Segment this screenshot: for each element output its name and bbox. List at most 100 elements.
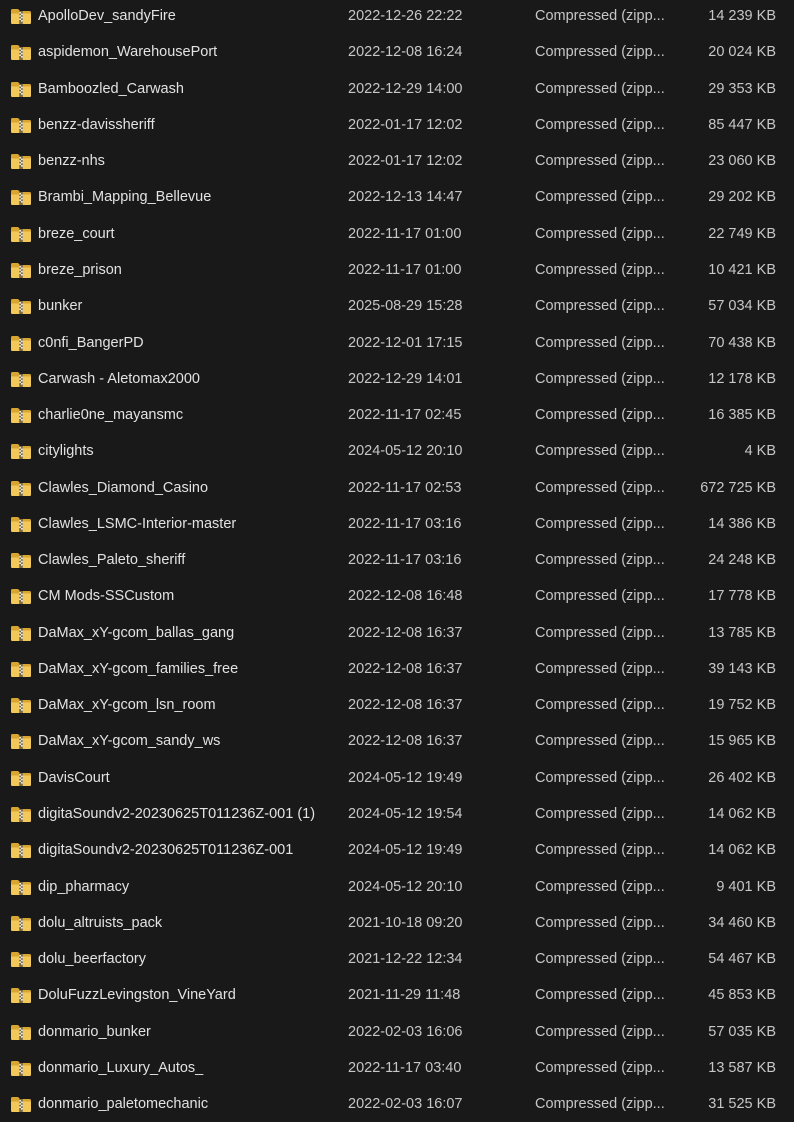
file-type: Compressed (zipp... xyxy=(535,588,665,605)
file-type: Compressed (zipp... xyxy=(535,225,665,242)
file-row[interactable]: donmario_paletomechanic 2022-02-03 16:07… xyxy=(0,1086,794,1122)
zip-folder-icon xyxy=(10,479,32,497)
file-name: Carwash - Aletomax2000 xyxy=(38,370,200,387)
zip-folder-icon xyxy=(10,515,32,533)
file-size: 20 024 KB xyxy=(708,44,776,61)
file-type: Compressed (zipp... xyxy=(535,697,665,714)
file-row[interactable]: dolu_beerfactory 2021-12-22 12:34 Compre… xyxy=(0,941,794,977)
file-name: DaMax_xY-gcom_ballas_gang xyxy=(38,624,235,641)
file-date-modified: 2022-12-08 16:37 xyxy=(348,624,463,641)
file-size: 31 525 KB xyxy=(708,1096,776,1113)
file-row[interactable]: benzz-davissheriff 2022-01-17 12:02 Comp… xyxy=(0,107,794,143)
file-date-modified: 2022-01-17 12:02 xyxy=(348,116,463,133)
file-name: CM Mods-SSCustom xyxy=(38,588,175,605)
zip-folder-icon xyxy=(10,1059,32,1077)
file-type: Compressed (zipp... xyxy=(535,479,665,496)
file-type: Compressed (zipp... xyxy=(535,8,665,25)
file-date-modified: 2022-12-08 16:37 xyxy=(348,697,463,714)
zip-folder-icon xyxy=(10,188,32,206)
file-size: 57 034 KB xyxy=(708,298,776,315)
file-name: aspidemon_WarehousePort xyxy=(38,44,218,61)
file-name: benzz-davissheriff xyxy=(38,116,155,133)
file-row[interactable]: bunker 2025-08-29 15:28 Compressed (zipp… xyxy=(0,288,794,324)
file-size: 14 062 KB xyxy=(708,805,776,822)
file-row[interactable]: Bamboozled_Carwash 2022-12-29 14:00 Comp… xyxy=(0,71,794,107)
file-row[interactable]: Clawles_Paleto_sheriff 2022-11-17 03:16 … xyxy=(0,542,794,578)
file-row[interactable]: DaMax_xY-gcom_lsn_room 2022-12-08 16:37 … xyxy=(0,687,794,723)
file-row[interactable]: CM Mods-SSCustom 2022-12-08 16:48 Compre… xyxy=(0,578,794,614)
file-type: Compressed (zipp... xyxy=(535,1096,665,1113)
zip-folder-icon xyxy=(10,370,32,388)
file-row[interactable]: breze_court 2022-11-17 01:00 Compressed … xyxy=(0,216,794,252)
file-type: Compressed (zipp... xyxy=(535,552,665,569)
file-name: breze_prison xyxy=(38,261,122,278)
zip-folder-icon xyxy=(10,769,32,787)
file-row[interactable]: breze_prison 2022-11-17 01:00 Compressed… xyxy=(0,252,794,288)
file-row[interactable]: Brambi_Mapping_Bellevue 2022-12-13 14:47… xyxy=(0,179,794,215)
file-row[interactable]: dolu_altruists_pack 2021-10-18 09:20 Com… xyxy=(0,905,794,941)
file-type: Compressed (zipp... xyxy=(535,733,665,750)
file-row[interactable]: DaMax_xY-gcom_sandy_ws 2022-12-08 16:37 … xyxy=(0,723,794,759)
zip-folder-icon xyxy=(10,696,32,714)
file-row[interactable]: c0nfi_BangerPD 2022-12-01 17:15 Compress… xyxy=(0,324,794,360)
file-size: 34 460 KB xyxy=(708,914,776,931)
file-row[interactable]: citylights 2024-05-12 20:10 Compressed (… xyxy=(0,433,794,469)
file-row[interactable]: donmario_Luxury_Autos_ 2022-11-17 03:40 … xyxy=(0,1050,794,1086)
file-date-modified: 2022-12-26 22:22 xyxy=(348,8,463,25)
file-name: Clawles_LSMC-Interior-master xyxy=(38,515,237,532)
zip-folder-icon xyxy=(10,841,32,859)
file-type: Compressed (zipp... xyxy=(535,769,665,786)
zip-folder-icon xyxy=(10,624,32,642)
file-size: 10 421 KB xyxy=(708,261,776,278)
file-type: Compressed (zipp... xyxy=(535,261,665,278)
zip-folder-icon xyxy=(10,914,32,932)
file-type: Compressed (zipp... xyxy=(535,1023,665,1040)
file-row[interactable]: Clawles_Diamond_Casino 2022-11-17 02:53 … xyxy=(0,469,794,505)
file-date-modified: 2022-11-17 03:16 xyxy=(348,552,462,569)
file-date-modified: 2024-05-12 20:10 xyxy=(348,443,463,460)
zip-folder-icon xyxy=(10,660,32,678)
file-date-modified: 2022-12-29 14:01 xyxy=(348,370,463,387)
file-row[interactable]: DoluFuzzLevingston_VineYard 2021-11-29 1… xyxy=(0,977,794,1013)
file-name: breze_court xyxy=(38,225,115,242)
file-date-modified: 2022-11-17 02:45 xyxy=(348,407,462,424)
file-row[interactable]: DaMax_xY-gcom_families_free 2022-12-08 1… xyxy=(0,651,794,687)
file-row[interactable]: benzz-nhs 2022-01-17 12:02 Compressed (z… xyxy=(0,143,794,179)
file-row[interactable]: digitaSoundv2-20230625T011236Z-001 (1) 2… xyxy=(0,796,794,832)
file-name: DoluFuzzLevingston_VineYard xyxy=(38,987,236,1004)
file-row[interactable]: charlie0ne_mayansmc 2022-11-17 02:45 Com… xyxy=(0,397,794,433)
file-row[interactable]: Clawles_LSMC-Interior-master 2022-11-17 … xyxy=(0,506,794,542)
file-row[interactable]: aspidemon_WarehousePort 2022-12-08 16:24… xyxy=(0,34,794,70)
file-type: Compressed (zipp... xyxy=(535,189,665,206)
file-row[interactable]: digitaSoundv2-20230625T011236Z-001 2024-… xyxy=(0,832,794,868)
zip-folder-icon xyxy=(10,261,32,279)
file-size: 22 749 KB xyxy=(708,225,776,242)
file-name: dip_pharmacy xyxy=(38,878,130,895)
zip-folder-icon xyxy=(10,152,32,170)
file-row[interactable]: dip_pharmacy 2024-05-12 20:10 Compressed… xyxy=(0,868,794,904)
file-type: Compressed (zipp... xyxy=(535,878,665,895)
file-row[interactable]: DaMax_xY-gcom_ballas_gang 2022-12-08 16:… xyxy=(0,615,794,651)
file-date-modified: 2022-11-17 03:40 xyxy=(348,1059,462,1076)
zip-folder-icon xyxy=(10,7,32,25)
file-date-modified: 2021-10-18 09:20 xyxy=(348,914,463,931)
file-row[interactable]: ApolloDev_sandyFire 2022-12-26 22:22 Com… xyxy=(0,0,794,34)
zip-folder-icon xyxy=(10,1095,32,1113)
zip-folder-icon xyxy=(10,442,32,460)
file-name: c0nfi_BangerPD xyxy=(38,334,144,351)
file-type: Compressed (zipp... xyxy=(535,443,665,460)
file-row[interactable]: DavisCourt 2024-05-12 19:49 Compressed (… xyxy=(0,760,794,796)
file-list: ApolloDev_sandyFire 2022-12-26 22:22 Com… xyxy=(0,0,794,1113)
file-size: 12 178 KB xyxy=(708,370,776,387)
file-name: Brambi_Mapping_Bellevue xyxy=(38,189,212,206)
file-row[interactable]: donmario_bunker 2022-02-03 16:06 Compres… xyxy=(0,1013,794,1049)
file-row[interactable]: Carwash - Aletomax2000 2022-12-29 14:01 … xyxy=(0,361,794,397)
file-size: 15 965 KB xyxy=(708,733,776,750)
zip-folder-icon xyxy=(10,406,32,424)
file-name: donmario_bunker xyxy=(38,1023,151,1040)
file-date-modified: 2021-12-22 12:34 xyxy=(348,951,463,968)
file-date-modified: 2022-11-17 03:16 xyxy=(348,515,462,532)
file-size: 24 248 KB xyxy=(708,552,776,569)
file-name: Clawles_Paleto_sheriff xyxy=(38,552,186,569)
zip-folder-icon xyxy=(10,878,32,896)
